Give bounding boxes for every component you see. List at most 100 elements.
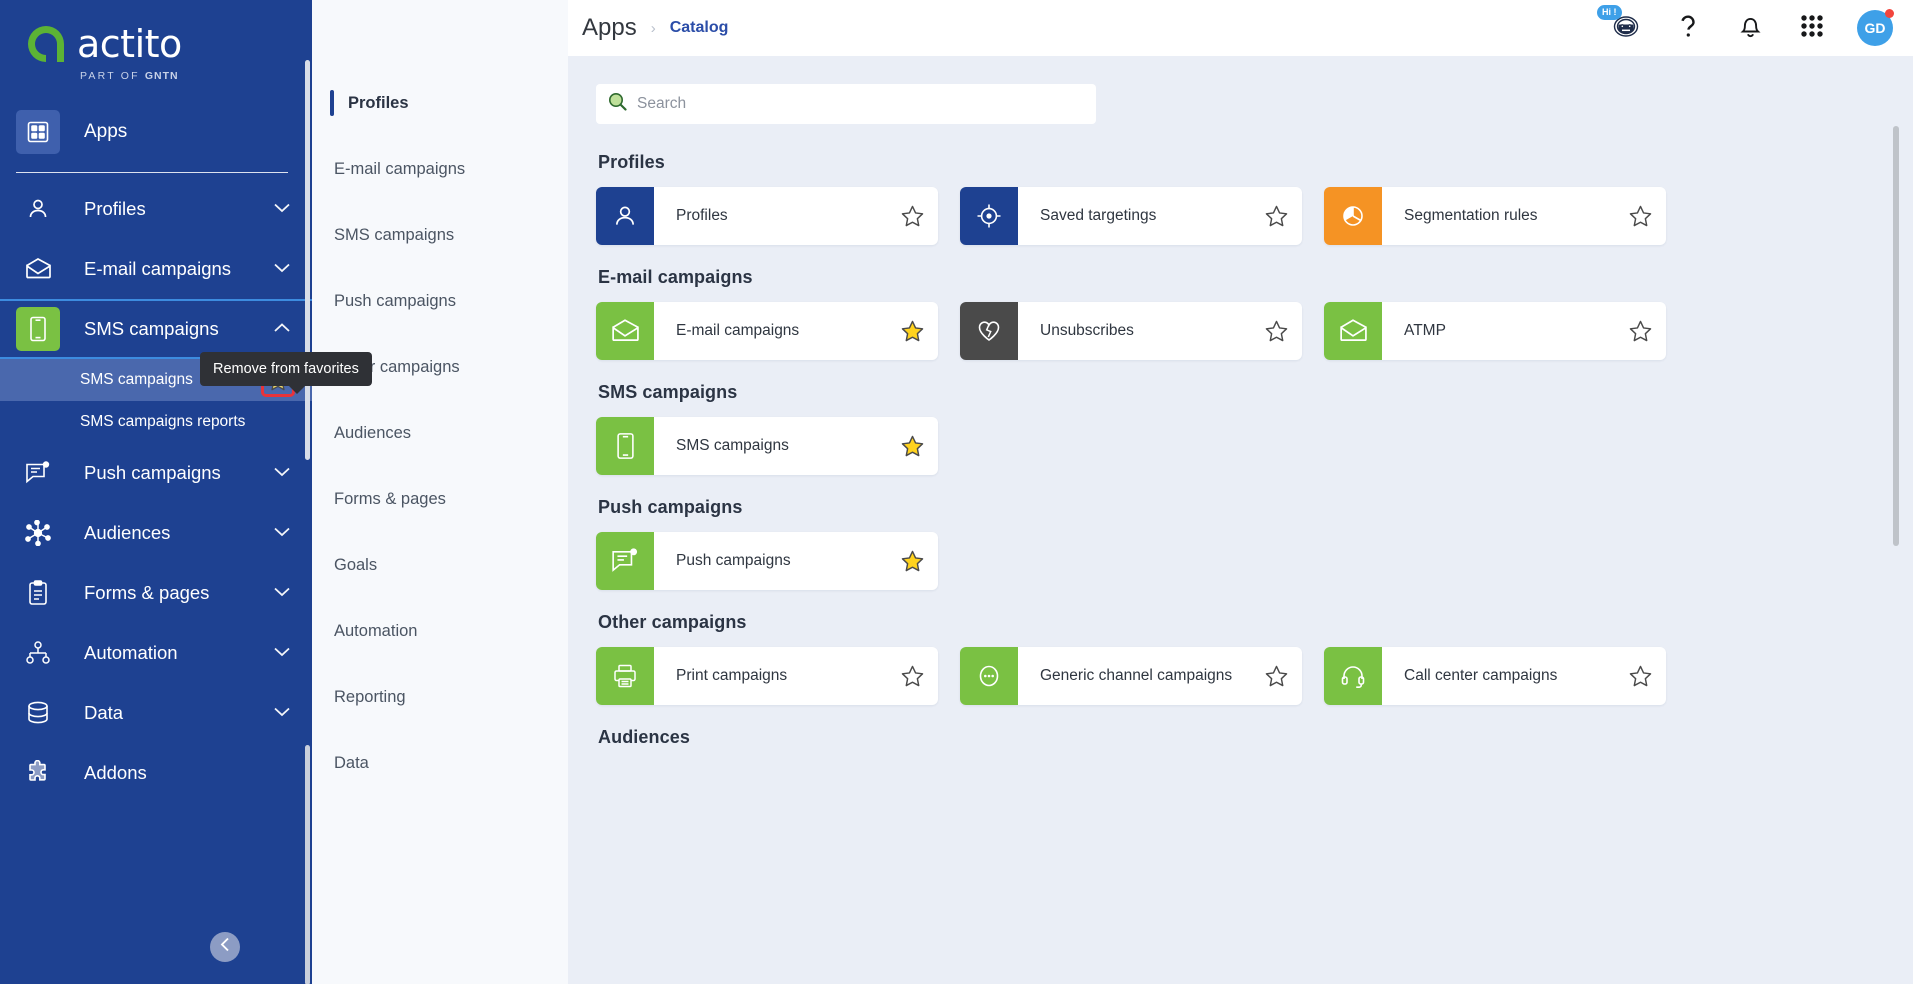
sidebar-item-push-campaigns[interactable]: Push campaigns xyxy=(0,443,312,503)
puzzle-icon xyxy=(16,751,60,795)
app-card-push-campaigns[interactable]: Push campaigns xyxy=(596,532,938,590)
app-card-label: SMS campaigns xyxy=(676,437,789,454)
star-outline-icon[interactable] xyxy=(1250,187,1302,245)
app-card-email-campaigns[interactable]: E-mail campaigns xyxy=(596,302,938,360)
sidebar-scrollbar-top[interactable] xyxy=(305,60,310,460)
sidebar-item-email-campaigns[interactable]: E-mail campaigns xyxy=(0,239,312,299)
star-filled-icon[interactable] xyxy=(886,302,938,360)
sidebar-item-sms-campaigns[interactable]: SMS campaigns xyxy=(0,299,312,359)
chevron-down-icon[interactable] xyxy=(274,704,290,722)
clipboard-icon xyxy=(16,571,60,615)
app-card-saved-targetings[interactable]: Saved targetings xyxy=(960,187,1302,245)
star-filled-icon[interactable] xyxy=(886,532,938,590)
section-title: Profiles xyxy=(598,152,665,172)
app-card-label: Profiles xyxy=(676,207,728,224)
favorites-tooltip: Remove from favorites xyxy=(200,352,372,394)
category-item-profiles[interactable]: Profiles xyxy=(312,70,568,136)
app-card-label: Unsubscribes xyxy=(1040,322,1134,339)
search-bar[interactable] xyxy=(596,84,1096,124)
app-card-print-campaigns[interactable]: Print campaigns xyxy=(596,647,938,705)
category-item-push-campaigns[interactable]: Push campaigns xyxy=(312,268,568,334)
section-title: Other campaigns xyxy=(598,612,747,632)
card-row: Profiles Saved targetings Segmentation r… xyxy=(596,187,1913,245)
chatbot-button[interactable]: Hi ! xyxy=(1597,5,1643,45)
printer-icon xyxy=(596,647,654,705)
notifications-button[interactable] xyxy=(1733,11,1767,45)
category-item-email-campaigns[interactable]: E-mail campaigns xyxy=(312,136,568,202)
app-card-generic-channel-campaigns[interactable]: Generic channel campaigns xyxy=(960,647,1302,705)
app-card-call-center-campaigns[interactable]: Call center campaigns xyxy=(1324,647,1666,705)
sidebar-item-audiences[interactable]: Audiences xyxy=(0,503,312,563)
avatar[interactable]: GD xyxy=(1857,9,1894,46)
section-other-campaigns: Other campaigns Print campaigns Generic … xyxy=(596,612,1913,705)
app-card-unsubscribes[interactable]: Unsubscribes xyxy=(960,302,1302,360)
target-icon xyxy=(960,187,1018,245)
star-outline-icon[interactable] xyxy=(886,647,938,705)
category-item-audiences[interactable]: Audiences xyxy=(312,400,568,466)
category-label: E-mail campaigns xyxy=(334,159,466,178)
sidebar-item-apps[interactable]: Apps xyxy=(0,100,312,164)
sidebar-collapse-button[interactable] xyxy=(210,932,240,962)
chatbot-badge: Hi ! xyxy=(1597,5,1622,20)
star-outline-icon[interactable] xyxy=(886,187,938,245)
chevron-down-icon[interactable] xyxy=(274,584,290,602)
category-item-automation[interactable]: Automation xyxy=(312,598,568,664)
chevron-down-icon[interactable] xyxy=(274,260,290,278)
apps-grid-icon xyxy=(16,110,60,154)
category-item-reporting[interactable]: Reporting xyxy=(312,664,568,730)
category-item-goals[interactable]: Goals xyxy=(312,532,568,598)
chevron-up-icon[interactable] xyxy=(274,320,290,338)
avatar-initials: GD xyxy=(1864,20,1886,36)
avatar-notification-dot xyxy=(1885,9,1894,18)
brand-logo[interactable]: actito PART OF GNTN xyxy=(0,0,312,96)
section-push-campaigns: Push campaigns Push campaigns xyxy=(596,497,1913,590)
app-card-profiles[interactable]: Profiles xyxy=(596,187,938,245)
chevron-down-icon[interactable] xyxy=(274,200,290,218)
chevron-down-icon[interactable] xyxy=(274,464,290,482)
sidebar-item-forms-pages[interactable]: Forms & pages xyxy=(0,563,312,623)
chevron-down-icon[interactable] xyxy=(274,524,290,542)
category-item-data[interactable]: Data xyxy=(312,730,568,796)
catalog-category-column: Profiles E-mail campaigns SMS campaigns … xyxy=(312,0,568,984)
broken-heart-icon xyxy=(960,302,1018,360)
category-item-forms-pages[interactable]: Forms & pages xyxy=(312,466,568,532)
star-outline-icon[interactable] xyxy=(1250,302,1302,360)
person-icon xyxy=(596,187,654,245)
sidebar-item-addons[interactable]: Addons xyxy=(0,743,312,803)
category-item-sms-campaigns[interactable]: SMS campaigns xyxy=(312,202,568,268)
app-card-sms-campaigns[interactable]: SMS campaigns xyxy=(596,417,938,475)
help-button[interactable] xyxy=(1671,11,1705,45)
breadcrumb-catalog[interactable]: Catalog xyxy=(670,19,729,37)
category-label: Forms & pages xyxy=(334,489,446,508)
headset-icon xyxy=(1324,647,1382,705)
card-row: Push campaigns xyxy=(596,532,1913,590)
sidebar-item-data[interactable]: Data xyxy=(0,683,312,743)
brand-name: actito xyxy=(77,22,182,66)
content-scrollbar-thumb[interactable] xyxy=(1893,126,1899,546)
star-outline-icon[interactable] xyxy=(1250,647,1302,705)
app-card-label: Segmentation rules xyxy=(1404,207,1538,224)
flow-tree-icon xyxy=(16,631,60,675)
sidebar-subitem-sms-reports[interactable]: SMS campaigns reports xyxy=(0,401,312,443)
card-row: SMS campaigns xyxy=(596,417,1913,475)
app-grid-button[interactable] xyxy=(1795,11,1829,45)
sidebar-scrollbar-thumb[interactable] xyxy=(305,745,310,984)
sidebar-item-automation[interactable]: Automation xyxy=(0,623,312,683)
app-card-segmentation-rules[interactable]: Segmentation rules xyxy=(1324,187,1666,245)
app-card-label: Print campaigns xyxy=(676,667,788,684)
star-outline-icon[interactable] xyxy=(1614,187,1666,245)
catalog-content: Profiles Profiles xyxy=(568,56,1913,984)
sidebar-item-label: Data xyxy=(84,702,124,723)
app-card-label: E-mail campaigns xyxy=(676,322,800,339)
star-outline-icon[interactable] xyxy=(1614,647,1666,705)
chevron-down-icon[interactable] xyxy=(274,644,290,662)
star-outline-icon[interactable] xyxy=(1614,302,1666,360)
star-filled-icon[interactable] xyxy=(886,417,938,475)
app-card-atmp[interactable]: ATMP xyxy=(1324,302,1666,360)
search-input[interactable] xyxy=(637,95,1084,113)
database-icon xyxy=(16,691,60,735)
category-label: Audiences xyxy=(334,423,412,442)
person-icon xyxy=(16,187,60,231)
sidebar-item-profiles[interactable]: Profiles xyxy=(0,179,312,239)
section-sms-campaigns: SMS campaigns SMS campaigns xyxy=(596,382,1913,475)
